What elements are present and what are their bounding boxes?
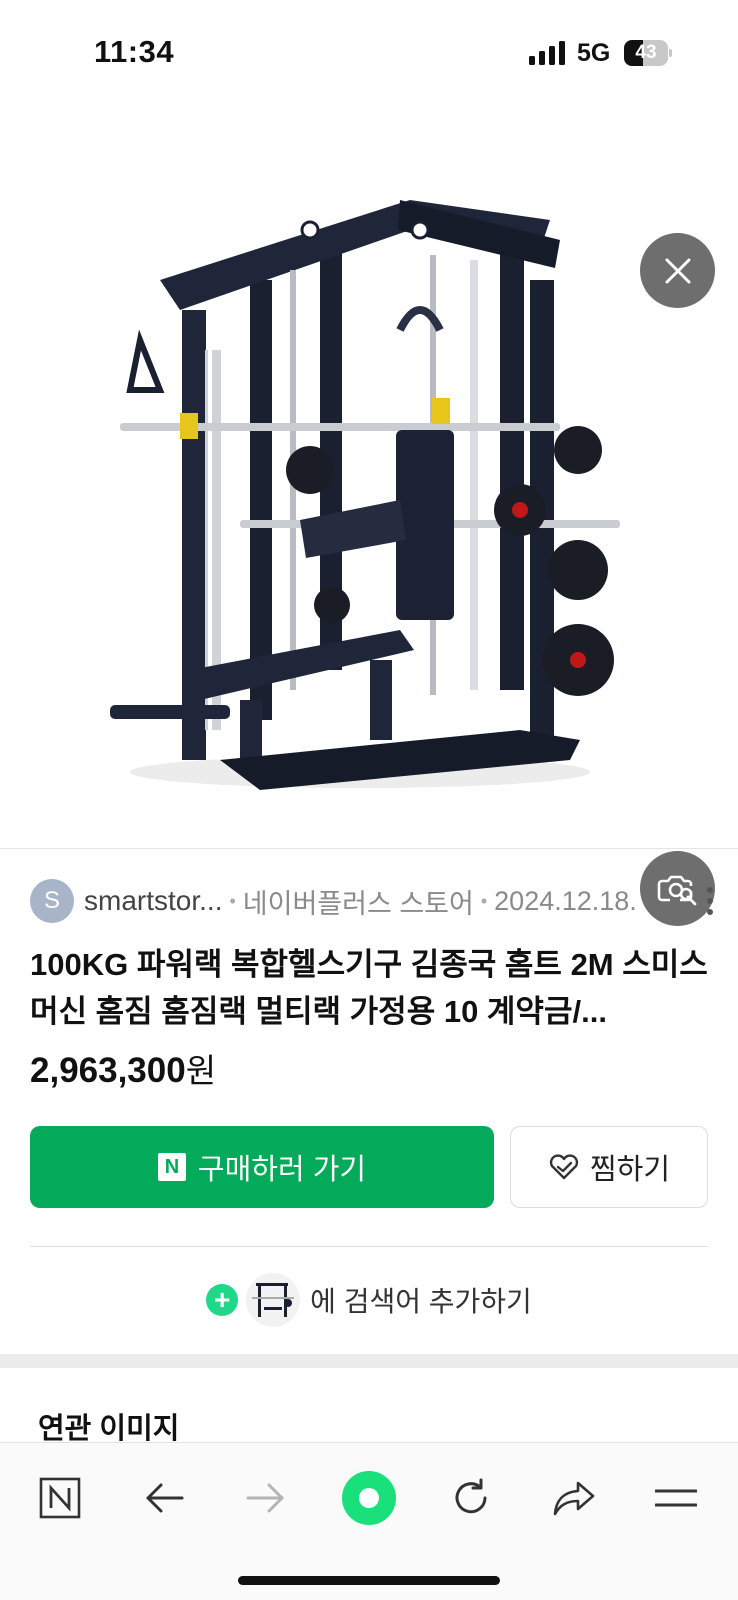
price-unit: 원	[185, 1052, 217, 1089]
product-image-viewer[interactable]	[0, 100, 738, 926]
source-name[interactable]: smartstor...	[84, 885, 222, 917]
wishlist-button[interactable]: 찜하기	[510, 1126, 708, 1208]
battery-level: 43	[635, 42, 657, 63]
product-thumbnail	[246, 1273, 301, 1327]
product-image	[110, 200, 620, 790]
status-bar: 11:34 5G 43	[0, 0, 738, 100]
close-icon	[665, 258, 690, 283]
naver-home-icon	[39, 1477, 81, 1519]
refresh-button[interactable]	[431, 1463, 511, 1533]
separator-dot: •	[480, 890, 488, 911]
more-options-icon[interactable]	[700, 884, 720, 918]
naver-home-button[interactable]	[20, 1463, 100, 1533]
product-title[interactable]: 100KG 파워랙 복합헬스기구 김종국 홈트 2M 스미스머신 홈짐 홈짐랙 …	[30, 941, 714, 1035]
divider	[30, 1246, 708, 1247]
related-images-title: 연관 이미지	[38, 1413, 180, 1445]
network-type: 5G	[577, 39, 611, 67]
source-avatar[interactable]: S	[30, 879, 74, 923]
share-icon	[553, 1481, 595, 1516]
status-time: 11:34	[94, 34, 175, 69]
price-value: 2,963,300	[30, 1051, 186, 1090]
naver-logo-icon: N	[157, 1153, 186, 1181]
green-dot-button[interactable]	[329, 1463, 409, 1533]
share-button[interactable]	[534, 1463, 614, 1533]
bottom-toolbar	[0, 1442, 738, 1600]
heart-check-icon	[549, 1154, 579, 1180]
battery-icon: 43	[624, 40, 672, 66]
add-search-term-label: 에 검색어 추가하기	[310, 1286, 532, 1317]
close-button[interactable]	[640, 233, 715, 308]
forward-arrow-icon	[246, 1483, 284, 1513]
forward-button[interactable]	[226, 1463, 306, 1533]
buy-button-label: 구매하러 가기	[197, 1154, 367, 1186]
menu-icon	[655, 1489, 697, 1507]
divider	[0, 848, 738, 849]
section-separator	[0, 1354, 738, 1368]
green-dot-icon	[342, 1471, 396, 1525]
refresh-icon	[455, 1478, 487, 1514]
buy-button[interactable]: N 구매하러 가기	[30, 1126, 494, 1208]
product-price: 2,963,300원	[30, 1044, 216, 1092]
plus-icon: +	[206, 1284, 239, 1316]
menu-button[interactable]	[636, 1463, 716, 1533]
store-name: 네이버플러스 스토어	[242, 888, 474, 919]
source-meta-row: S smartstor... • 네이버플러스 스토어 • 2024.12.18…	[30, 878, 720, 924]
separator-dot: •	[229, 890, 236, 911]
signal-icon	[529, 41, 565, 65]
add-search-term-row[interactable]: + 에 검색어 추가하기	[0, 1270, 738, 1330]
back-arrow-icon	[146, 1483, 184, 1513]
post-date: 2024.12.18.	[494, 885, 637, 916]
wishlist-button-label: 찜하기	[589, 1154, 671, 1186]
home-indicator[interactable]	[238, 1576, 500, 1585]
back-button[interactable]	[124, 1463, 204, 1533]
